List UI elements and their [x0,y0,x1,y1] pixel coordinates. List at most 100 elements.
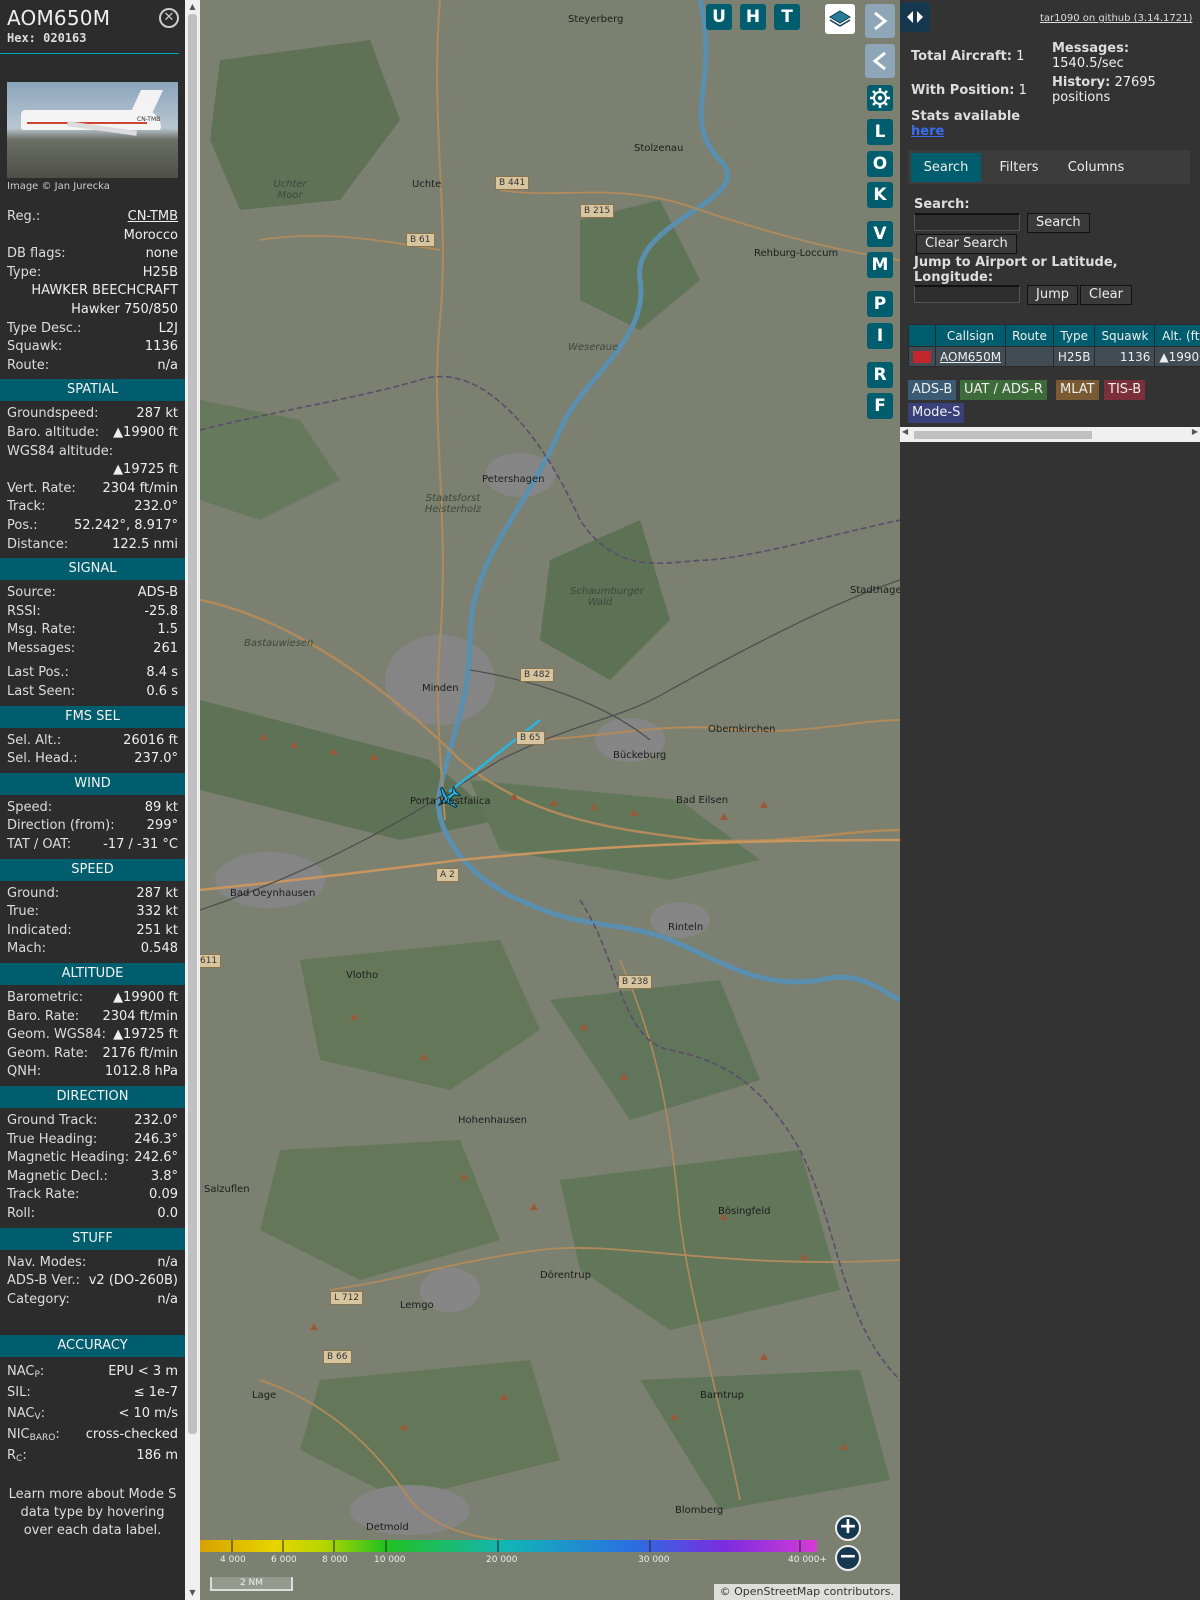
acc-key-rc[interactable]: RC: [7,1445,27,1466]
info-key[interactable]: Ground Track: [7,1112,97,1131]
column-header-callsign[interactable]: Callsign [934,324,1007,347]
column-header-flag[interactable] [908,324,936,347]
scroll-up-arrow-icon[interactable]: ▲ [185,0,200,14]
column-header-squawk[interactable]: Squawk [1094,324,1156,347]
info-key[interactable]: Pos.: [7,517,38,536]
table-horizontal-scrollbar[interactable]: ◀ ▶ [900,427,1200,442]
clear-jump-button[interactable]: Clear [1080,285,1132,305]
info-value: 232.0° [134,499,178,515]
toggle-l-button[interactable]: L [867,119,893,145]
scroll-right-arrow-icon[interactable]: ▶ [1192,427,1198,436]
info-key[interactable]: Category: [7,1291,70,1310]
info-key[interactable]: WGS84 altitude: [7,443,113,462]
info-key[interactable]: Magnetic Decl.: [7,1168,108,1187]
info-key[interactable]: ADS-B Ver.: [7,1272,80,1291]
info-key[interactable]: Sel. Head.: [7,750,78,769]
toggle-f-button[interactable]: F [867,393,893,419]
acc-key-nacp[interactable]: NACP: [7,1361,44,1382]
github-link[interactable]: tar1090 on github (3.14.1721) [1040,13,1192,24]
info-key[interactable]: Nav. Modes: [7,1254,86,1273]
info-key[interactable]: Last Pos.: [7,664,69,683]
info-key: Type: [7,264,42,280]
toggle-h-button[interactable]: H [740,4,766,30]
road-label: L 712 [330,1291,364,1305]
scroll-down-arrow-icon[interactable]: ▼ [185,1586,200,1600]
acc-key-nacv[interactable]: NACV: [7,1403,45,1424]
info-key[interactable]: True: [7,903,39,922]
info-key[interactable]: Ground: [7,885,59,904]
layers-button[interactable] [825,4,855,34]
toggle-u-button[interactable]: U [706,4,732,30]
place-label: Blomberg [675,1505,724,1516]
openstreetmap-link[interactable]: OpenStreetMap [734,1585,820,1598]
info-value: 8.4 s [146,665,178,681]
close-icon[interactable]: ✕ [159,8,179,28]
table-row[interactable]: AOM650M H25B 1136 ▲19900 [908,346,1200,367]
zoom-in-button[interactable]: + [835,1515,861,1541]
info-row-maker: HAWKER BEECHCRAFT [0,282,185,301]
scrollbar-thumb[interactable] [188,14,197,1434]
clear-search-button[interactable]: Clear Search [916,234,1017,254]
sidebar-forward-button[interactable] [865,4,895,38]
registration-link-text[interactable]: CN-TMB [128,209,178,224]
info-panel-scrollbar[interactable]: ▲ ▼ [185,0,200,1600]
toggle-r-button[interactable]: R [867,362,893,388]
aircraft-photo[interactable]: CN-TMB [7,82,178,178]
column-header-route[interactable]: Route [1005,324,1054,347]
info-key[interactable]: Indicated: [7,922,72,941]
info-key[interactable]: True Heading: [7,1131,97,1150]
info-key[interactable]: Msg. Rate: [7,621,76,640]
info-key[interactable]: Direction (from): [7,817,115,836]
info-key[interactable]: Vert. Rate: [7,480,76,499]
zoom-out-button[interactable]: − [835,1545,861,1571]
info-key[interactable]: Baro. altitude: [7,424,99,443]
info-key[interactable]: Magnetic Heading: [7,1149,129,1168]
info-key[interactable]: Geom. WGS84: [7,1026,106,1045]
info-key[interactable]: QNH: [7,1063,41,1082]
toggle-v-button[interactable]: V [867,221,893,247]
search-input[interactable] [914,213,1020,231]
toggle-t-button[interactable]: T [774,4,800,30]
info-key[interactable]: Source: [7,584,56,603]
info-key[interactable]: Track: [7,498,45,517]
jump-input[interactable] [914,285,1020,303]
toggle-m-button[interactable]: M [867,252,893,278]
info-key[interactable]: Baro. Rate: [7,1008,79,1027]
tab-search[interactable]: Search [911,153,981,182]
scroll-left-arrow-icon[interactable]: ◀ [902,427,908,436]
info-key[interactable]: Track Rate: [7,1186,79,1205]
tab-filters[interactable]: Filters [986,153,1052,182]
column-header-altitude[interactable]: Alt. (ft) [1154,324,1200,347]
info-key[interactable]: Last Seen: [7,683,75,702]
toggle-p-button[interactable]: P [867,291,893,317]
info-key[interactable]: Distance: [7,536,68,555]
callsign-cell[interactable]: AOM650M [934,346,1007,367]
toggle-k-button[interactable]: K [867,182,893,208]
info-key[interactable]: Mach: [7,940,46,959]
info-key: DB flags: [7,246,66,262]
horizontal-scroll-thumb[interactable] [914,431,1092,439]
info-key[interactable]: TAT / OAT: [7,836,71,855]
info-key[interactable]: Roll: [7,1205,35,1224]
info-key[interactable]: RSSI: [7,603,41,622]
info-key[interactable]: Groundspeed: [7,405,98,424]
jump-button[interactable]: Jump [1027,285,1078,305]
tab-columns[interactable]: Columns [1056,153,1136,182]
sidebar-back-button[interactable] [865,44,895,78]
search-button[interactable]: Search [1027,213,1090,233]
registration-link[interactable]: CN-TMB [128,208,178,227]
toggle-i-button[interactable]: I [867,323,893,349]
column-header-type[interactable]: Type [1052,324,1096,347]
info-key[interactable]: Barometric: [7,989,83,1008]
acc-key-nic[interactable]: NICBARO: [7,1424,60,1445]
stats-here-link[interactable]: here [911,124,944,139]
acc-key-sil[interactable]: SIL: [7,1382,31,1403]
expand-sidebar-button[interactable] [900,2,930,32]
info-key[interactable]: Sel. Alt.: [7,732,61,751]
info-key[interactable]: Speed: [7,799,52,818]
toggle-o-button[interactable]: O [867,151,893,177]
settings-button[interactable] [867,85,893,111]
info-key[interactable]: Messages: [7,640,75,659]
info-key[interactable]: Geom. Rate: [7,1045,88,1064]
map-view[interactable]: Steyerberg Stolzenau Uchte Uchter Moor Rehbu… [200,0,900,1600]
